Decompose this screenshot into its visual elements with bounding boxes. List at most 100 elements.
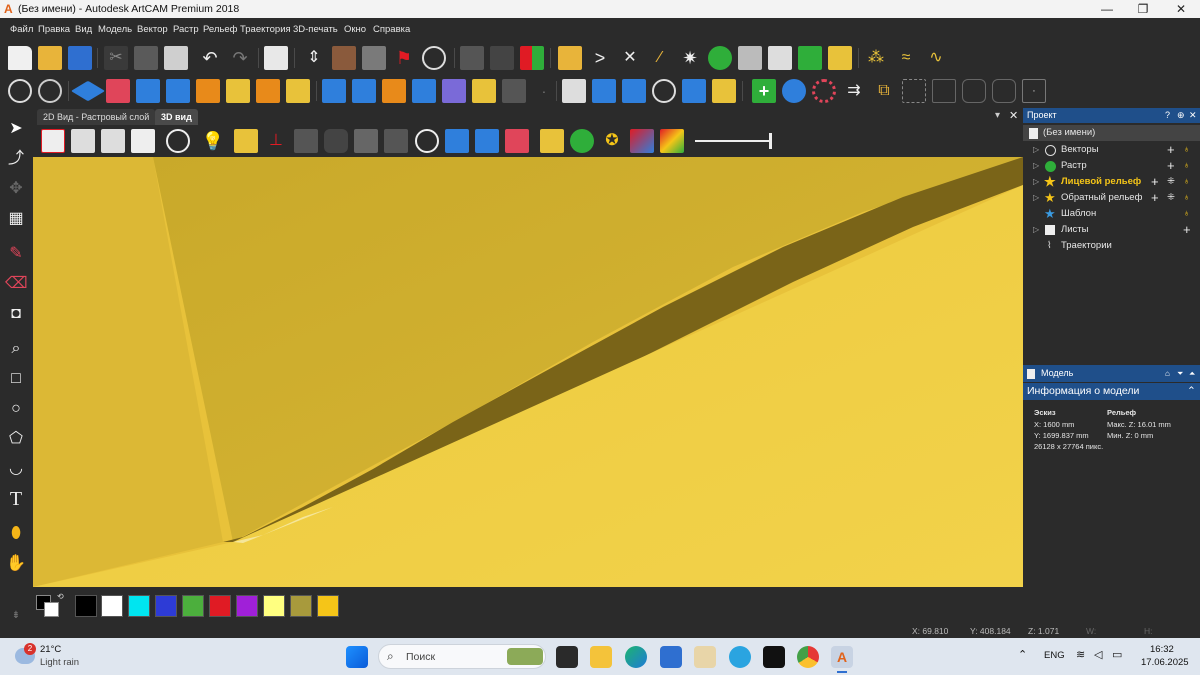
- iso-view-icon[interactable]: [41, 129, 65, 153]
- import-folder-icon[interactable]: [558, 46, 582, 70]
- cylinder-icon[interactable]: [324, 129, 348, 153]
- fillet-icon[interactable]: [738, 46, 762, 70]
- pin-icon[interactable]: ▾: [995, 110, 1000, 121]
- material-setup-icon[interactable]: [332, 46, 356, 70]
- new-file-icon[interactable]: [8, 46, 32, 70]
- polyline-nodes-icon[interactable]: ∿: [924, 46, 948, 70]
- measure-icon[interactable]: [422, 46, 446, 70]
- sheet-relief-icon[interactable]: [562, 79, 586, 103]
- side-view-icon[interactable]: [101, 129, 125, 153]
- bulb-icon[interactable]: ♁: [1183, 142, 1190, 158]
- expand-up-icon[interactable]: ⏶: [1189, 365, 1195, 382]
- menu-vector[interactable]: Вектор: [137, 24, 168, 35]
- collapse-icon[interactable]: ⏷: [1177, 365, 1183, 382]
- edge-browser-icon[interactable]: [625, 646, 647, 668]
- drop-icon[interactable]: ⬮: [5, 523, 27, 545]
- redo-icon[interactable]: ↷: [228, 46, 252, 70]
- flood-fill-icon[interactable]: ◘: [5, 303, 27, 325]
- wrap-relief-icon[interactable]: [502, 79, 526, 103]
- relief-pages-icon[interactable]: [712, 79, 736, 103]
- menu-toolpath[interactable]: Траектория: [240, 24, 291, 35]
- bulb-icon[interactable]: ♁: [1183, 206, 1190, 222]
- app-figure-icon[interactable]: [694, 646, 716, 668]
- swatch-green[interactable]: [182, 595, 204, 617]
- puzzle-icon[interactable]: [294, 129, 318, 153]
- bulb-icon[interactable]: ♁: [1183, 174, 1190, 190]
- swatch-red[interactable]: [209, 595, 231, 617]
- polygon-tool-icon[interactable]: ⬠: [5, 428, 27, 450]
- model-info-header[interactable]: Информация о модели ⌃: [1023, 383, 1200, 400]
- node-edit-icon[interactable]: ⤴: [5, 148, 27, 170]
- start-windows-icon[interactable]: [346, 646, 368, 668]
- box-select-icon[interactable]: [902, 79, 926, 103]
- menu-model[interactable]: Модель: [98, 24, 132, 35]
- bulb-icon[interactable]: ♁: [1183, 190, 1190, 206]
- bitmap-to-vector-icon[interactable]: [460, 46, 484, 70]
- clock-date[interactable]: 17.06.2025: [1141, 657, 1189, 668]
- sphere-icon[interactable]: [38, 79, 62, 103]
- eraser-relief-icon[interactable]: [106, 79, 130, 103]
- nodes-icon[interactable]: ⁂: [864, 46, 888, 70]
- vector-arrow-icon[interactable]: ⇉: [842, 79, 866, 103]
- color-select-icon[interactable]: [490, 46, 514, 70]
- bulb-icon[interactable]: ♁: [1183, 158, 1190, 174]
- store-icon[interactable]: [660, 646, 682, 668]
- relief-stack-icon[interactable]: [682, 79, 706, 103]
- add-icon[interactable]: +: [1183, 222, 1191, 238]
- frame-icon[interactable]: [768, 46, 792, 70]
- menu-edit[interactable]: Правка: [38, 24, 70, 35]
- wave-nodes-icon[interactable]: ≈: [894, 46, 918, 70]
- weather-desc[interactable]: Light rain: [40, 657, 79, 668]
- color-shade-icon[interactable]: [630, 129, 654, 153]
- yellow-sheet-icon[interactable]: [540, 129, 564, 153]
- quality-slider-track[interactable]: [695, 140, 771, 142]
- origin-flag-icon[interactable]: ⚑: [392, 46, 416, 70]
- undo-icon[interactable]: ↶: [198, 46, 222, 70]
- tree-item-sheets[interactable]: ▷ Листы +: [1023, 222, 1200, 238]
- swatch-blue[interactable]: [155, 595, 177, 617]
- tree-item-template[interactable]: ★ Шаблон ♁: [1023, 206, 1200, 222]
- blue-layer-icon[interactable]: [475, 129, 499, 153]
- expand-arrow-icon[interactable]: ▷: [1033, 222, 1039, 238]
- tab-3d-view[interactable]: 3D вид: [155, 109, 198, 125]
- add-icon[interactable]: +: [1151, 190, 1159, 206]
- swatch-olive[interactable]: [290, 595, 312, 617]
- menu-3d-print[interactable]: 3D-печать: [293, 24, 338, 35]
- blue-star-icon[interactable]: [445, 129, 469, 153]
- file-explorer-icon[interactable]: [590, 646, 612, 668]
- tool-block-icon[interactable]: [384, 129, 408, 153]
- menu-file[interactable]: Файл: [10, 24, 33, 35]
- green-shape-icon[interactable]: [570, 129, 594, 153]
- swatch-white[interactable]: [101, 595, 123, 617]
- dot-box-icon[interactable]: ·: [1022, 79, 1046, 103]
- chevron-up-tray-icon[interactable]: ⌃: [1018, 648, 1027, 661]
- eraser-icon[interactable]: ⌫: [5, 273, 28, 295]
- layers-icon[interactable]: [592, 79, 616, 103]
- set-model-size-icon[interactable]: ⇕: [302, 46, 326, 70]
- transform-icon[interactable]: ✥: [5, 178, 27, 200]
- zoom-in-icon[interactable]: [166, 129, 190, 153]
- weather-temp[interactable]: 21°C: [40, 644, 61, 655]
- grid-add-icon[interactable]: ⁜: [1167, 174, 1175, 190]
- clock-time[interactable]: 16:32: [1150, 644, 1174, 655]
- wifi-icon[interactable]: ≋: [1076, 648, 1085, 661]
- relief-clip-icon[interactable]: [256, 79, 280, 103]
- swatch-gold[interactable]: [317, 595, 339, 617]
- menu-relief[interactable]: Рельеф: [203, 24, 237, 35]
- close-panel-icon[interactable]: ✕: [1189, 108, 1197, 123]
- grid-add-icon[interactable]: ⁜: [1167, 190, 1175, 206]
- grid-transform-icon[interactable]: ▦: [5, 208, 27, 230]
- rounded-rect-2-icon[interactable]: [992, 79, 1016, 103]
- tree-item-toolpaths[interactable]: ⌇ Траектории: [1023, 238, 1200, 254]
- rainbow-shade-icon[interactable]: [660, 129, 684, 153]
- chevron-up-icon[interactable]: ⌃: [1187, 383, 1196, 400]
- expand-arrow-icon[interactable]: ▷: [1033, 142, 1039, 158]
- minimize-button[interactable]: —: [1092, 1, 1122, 17]
- menu-window[interactable]: Окно: [344, 24, 366, 35]
- nest-icon[interactable]: [798, 46, 822, 70]
- smooth-relief-icon[interactable]: [382, 79, 406, 103]
- swatch-light-yellow[interactable]: [263, 595, 285, 617]
- vector-angle-icon[interactable]: >: [588, 46, 612, 70]
- star-burst-icon[interactable]: ✷: [678, 46, 702, 70]
- menu-help[interactable]: Справка: [373, 24, 410, 35]
